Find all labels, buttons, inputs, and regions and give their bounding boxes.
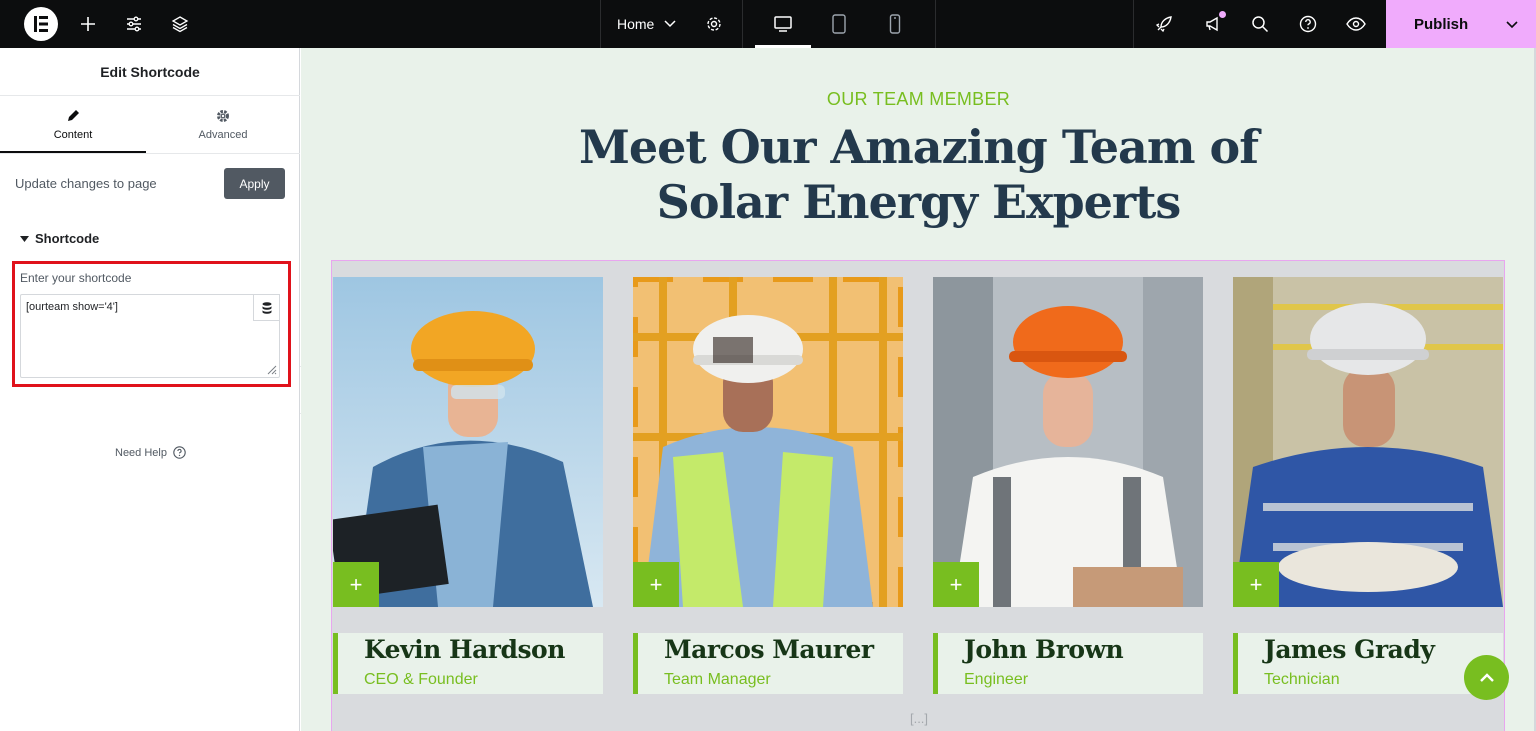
member-role: Technician [1264, 671, 1340, 688]
update-changes-text: Update changes to page [15, 176, 157, 191]
plus-icon [81, 17, 95, 31]
search-icon [1252, 16, 1269, 33]
team-member-card: + Kevin Hardson CEO & Founder [333, 277, 603, 694]
member-info: Kevin Hardson CEO & Founder [333, 633, 603, 694]
dynamic-tags-button[interactable] [253, 294, 280, 321]
section-subtitle: OUR TEAM MEMBER [826, 89, 1011, 109]
member-name: John Brown [964, 635, 1124, 664]
shortcode-widget[interactable]: + Kevin Hardson CEO & Founder + Marcos M… [331, 260, 1505, 731]
editor-panel: Edit Shortcode Content Advanced Update c… [0, 48, 300, 731]
add-element-button[interactable] [74, 0, 102, 48]
site-settings-button[interactable] [120, 0, 148, 48]
member-photo: + [333, 277, 603, 607]
tablet-view-button[interactable] [825, 0, 853, 48]
tab-advanced[interactable]: Advanced [150, 96, 296, 154]
member-name: James Grady [1264, 635, 1435, 664]
eye-icon [1346, 17, 1366, 31]
page-selector-label: Home [617, 16, 655, 32]
editor-topbar: Home Publish [0, 0, 1536, 48]
plus-button[interactable]: + [633, 562, 679, 607]
apply-button[interactable]: Apply [224, 168, 285, 199]
tab-content[interactable]: Content [0, 96, 146, 154]
desktop-view-button[interactable] [769, 0, 797, 48]
publish-label: Publish [1414, 15, 1469, 33]
plus-button[interactable]: + [933, 562, 979, 607]
tab-advanced-label: Advanced [198, 129, 248, 141]
member-photo: + [633, 277, 903, 607]
member-role: CEO & Founder [364, 671, 478, 688]
page-selector[interactable]: Home [617, 0, 676, 48]
pencil-icon [68, 110, 79, 121]
need-help-label: Need Help [115, 446, 167, 459]
chevron-down-icon [664, 20, 676, 28]
help-button[interactable] [1294, 0, 1322, 48]
tab-content-label: Content [53, 129, 93, 141]
team-member-card: + John Brown Engineer [933, 277, 1203, 694]
mobile-view-button[interactable] [881, 0, 909, 48]
gear-icon [217, 110, 229, 122]
help-icon [1299, 15, 1317, 33]
plus-button[interactable]: + [333, 562, 379, 607]
team-member-card: + Marcos Maurer Team Manager [633, 277, 903, 694]
headline-line-2: Solar Energy Experts [656, 175, 1182, 229]
content-ellipsis: [...] [909, 711, 929, 726]
elementor-logo[interactable] [24, 7, 58, 41]
resize-handle-icon[interactable] [265, 363, 277, 375]
desktop-icon [774, 16, 792, 32]
headline-line-1: Meet Our Amazing Team of [578, 120, 1259, 174]
caret-down-icon [20, 235, 29, 242]
need-help-link[interactable]: Need Help [115, 446, 186, 459]
member-name: Marcos Maurer [664, 635, 874, 664]
member-photo: + [933, 277, 1203, 607]
search-button[interactable] [1246, 0, 1274, 48]
preview-canvas: OUR TEAM MEMBER Meet Our Amazing Team of… [301, 48, 1536, 731]
scroll-to-top-button[interactable] [1464, 655, 1509, 700]
section-headline: Meet Our Amazing Team of Solar Energy Ex… [301, 120, 1536, 230]
gear-icon [707, 17, 721, 31]
chevron-down-icon[interactable] [1504, 16, 1520, 32]
divider [600, 0, 601, 48]
team-member-card: + James Grady Technician [1233, 277, 1503, 694]
member-photo: + [1233, 277, 1503, 607]
structure-button[interactable] [166, 0, 194, 48]
layers-icon [171, 16, 189, 33]
member-role: Team Manager [664, 671, 771, 688]
member-info: Marcos Maurer Team Manager [633, 633, 903, 694]
rocket-icon [1155, 16, 1172, 33]
plus-button[interactable]: + [1233, 562, 1279, 607]
notification-dot [1219, 11, 1226, 18]
divider [742, 0, 743, 48]
sliders-icon [127, 16, 141, 32]
shortcode-field-label: Enter your shortcode [20, 271, 132, 285]
member-info: John Brown Engineer [933, 633, 1203, 694]
mobile-icon [889, 14, 901, 34]
preview-button[interactable] [1342, 0, 1370, 48]
member-info: James Grady Technician [1233, 633, 1503, 694]
tablet-icon [832, 14, 846, 34]
member-role: Engineer [964, 671, 1029, 688]
launchpad-button[interactable] [1150, 0, 1178, 48]
divider [1133, 0, 1134, 48]
publish-button[interactable]: Publish [1386, 0, 1536, 48]
notifications-button[interactable] [1199, 0, 1227, 48]
help-icon [173, 446, 186, 459]
member-name: Kevin Hardson [364, 635, 565, 664]
page-settings-button[interactable] [700, 0, 728, 48]
shortcode-value: [ourteam show='4'] [26, 301, 118, 313]
shortcode-section-toggle[interactable]: Shortcode [20, 231, 99, 246]
panel-title: Edit Shortcode [0, 48, 300, 96]
shortcode-textarea[interactable]: [ourteam show='4'] [20, 294, 280, 378]
section-title: Shortcode [35, 231, 100, 246]
divider [0, 153, 300, 154]
database-icon [262, 301, 271, 314]
divider [935, 0, 936, 48]
chevron-up-icon [1479, 672, 1494, 682]
megaphone-icon [1206, 16, 1218, 32]
